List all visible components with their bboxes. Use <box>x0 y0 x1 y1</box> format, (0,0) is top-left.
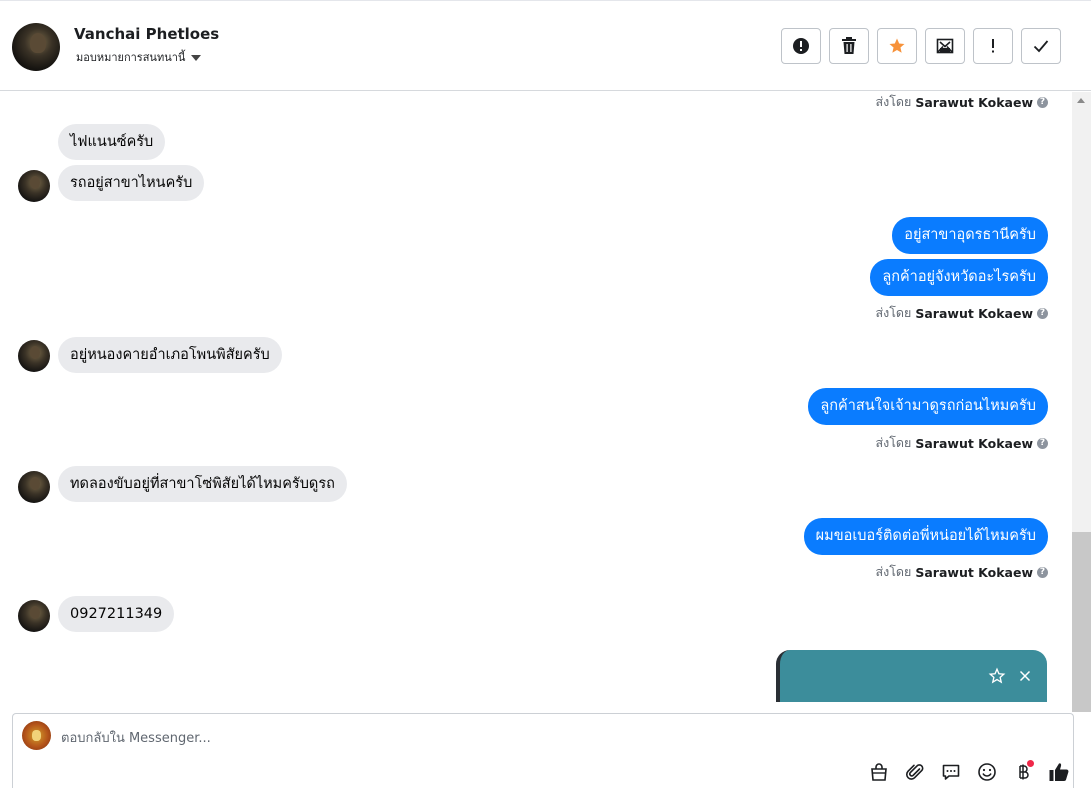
help-icon[interactable]: ? <box>1037 566 1048 578</box>
message-bubble-incoming[interactable]: ทดลองขับอยู่ที่สาขาโซ่พิสัยได้ไหมครับดูร… <box>58 466 347 502</box>
exclamation-icon <box>992 39 994 53</box>
sent-by-label: ส่งโดย Sarawut Kokaew ? <box>875 92 1048 112</box>
paperclip-icon <box>905 764 924 780</box>
agent-name: Sarawut Kokaew <box>915 564 1033 580</box>
notification-dot <box>1027 760 1034 767</box>
assign-label: มอบหมายการสนทนานี้ <box>76 51 186 64</box>
message-bubble-outgoing[interactable]: อยู่สาขาอุดรธานีครับ <box>892 217 1048 254</box>
contact-avatar-small <box>18 170 50 202</box>
contact-name[interactable]: Vanchai Phetloes <box>74 25 219 43</box>
scrollbar-thumb[interactable] <box>1072 532 1091 712</box>
delete-button[interactable] <box>829 28 869 64</box>
done-button[interactable] <box>1021 28 1061 64</box>
contact-avatar-small <box>18 600 50 632</box>
sent-by-label: ส่งโดย Sarawut Kokaew ? <box>875 303 1048 323</box>
caret-down-icon <box>191 54 202 61</box>
close-icon[interactable] <box>1016 667 1034 685</box>
sent-by-label: ส่งโดย Sarawut Kokaew ? <box>875 433 1048 453</box>
sent-by-prefix: ส่งโดย <box>875 435 912 450</box>
scroll-up-arrow-icon[interactable] <box>1077 98 1085 103</box>
star-button[interactable] <box>877 28 917 64</box>
message-bubble-incoming[interactable]: อยู่หนองคายอำเภอโพนพิสัยครับ <box>58 337 282 373</box>
agent-name: Sarawut Kokaew <box>915 94 1033 110</box>
envelope-icon <box>936 38 954 54</box>
message-bubble-outgoing[interactable]: ลูกค้าอยู่จังหวัดอะไรครับ <box>870 259 1048 296</box>
messenger-inbox-window: Vanchai Phetloes มอบหมายการสนทนานี้ ส่งโ… <box>0 0 1091 788</box>
shopping-bag-icon <box>871 763 887 781</box>
star-outline-icon[interactable] <box>988 667 1006 685</box>
report-spam-button[interactable] <box>781 28 821 64</box>
alert-circle-icon <box>793 38 809 54</box>
assign-conversation-dropdown[interactable]: มอบหมายการสนทนานี้ <box>76 48 202 66</box>
saved-reply-icon <box>942 764 960 780</box>
sent-by-label: ส่งโดย Sarawut Kokaew ? <box>875 562 1048 582</box>
checkmark-icon <box>1033 40 1049 53</box>
help-icon[interactable]: ? <box>1037 96 1048 108</box>
contact-avatar[interactable] <box>12 23 60 71</box>
reply-input[interactable] <box>61 728 761 748</box>
attachment-card[interactable] <box>776 650 1047 702</box>
follow-up-button[interactable] <box>973 28 1013 64</box>
shopping-bag-button[interactable] <box>867 760 891 784</box>
sent-by-prefix: ส่งโดย <box>875 305 912 320</box>
message-bubble-incoming[interactable]: 0927211349 <box>58 596 175 632</box>
emoji-icon <box>978 763 996 781</box>
agent-name: Sarawut Kokaew <box>915 435 1033 451</box>
thread-scrollbar[interactable] <box>1072 92 1091 712</box>
mark-unread-button[interactable] <box>925 28 965 64</box>
sent-by-prefix: ส่งโดย <box>875 94 912 109</box>
agent-name: Sarawut Kokaew <box>915 305 1033 321</box>
conversation-header: Vanchai Phetloes มอบหมายการสนทนานี้ <box>0 0 1091 91</box>
thumbs-up-icon <box>1049 763 1069 781</box>
contact-avatar-small <box>18 471 50 503</box>
saved-reply-button[interactable] <box>939 760 963 784</box>
contact-avatar-small <box>18 340 50 372</box>
sent-by-prefix: ส่งโดย <box>875 564 912 579</box>
attach-file-button[interactable] <box>903 760 927 784</box>
trash-icon <box>842 37 856 54</box>
message-bubble-outgoing[interactable]: ผมขอเบอร์ติดต่อพี่หน่อยได้ไหมครับ <box>803 518 1048 555</box>
star-icon <box>889 38 905 53</box>
reply-composer <box>12 713 1074 788</box>
thumbs-up-button[interactable] <box>1047 760 1071 784</box>
conversation-toolbar <box>781 28 1061 64</box>
message-bubble-incoming[interactable]: ไฟแนนซ์ครับ <box>58 124 166 160</box>
message-bubble-outgoing[interactable]: ลูกค้าสนใจเจ้ามาดูรถก่อนไหมครับ <box>808 388 1048 425</box>
composer-toolbar <box>867 760 1071 784</box>
help-icon[interactable]: ? <box>1037 307 1048 319</box>
message-bubble-incoming[interactable]: รถอยู่สาขาไหนครับ <box>58 165 205 201</box>
page-avatar <box>22 721 51 750</box>
message-thread: ส่งโดย Sarawut Kokaew ? ไฟแนนซ์ครับ รถอย… <box>0 92 1072 702</box>
help-icon[interactable]: ? <box>1037 437 1048 449</box>
emoji-button[interactable] <box>975 760 999 784</box>
payment-button[interactable] <box>1011 760 1035 784</box>
